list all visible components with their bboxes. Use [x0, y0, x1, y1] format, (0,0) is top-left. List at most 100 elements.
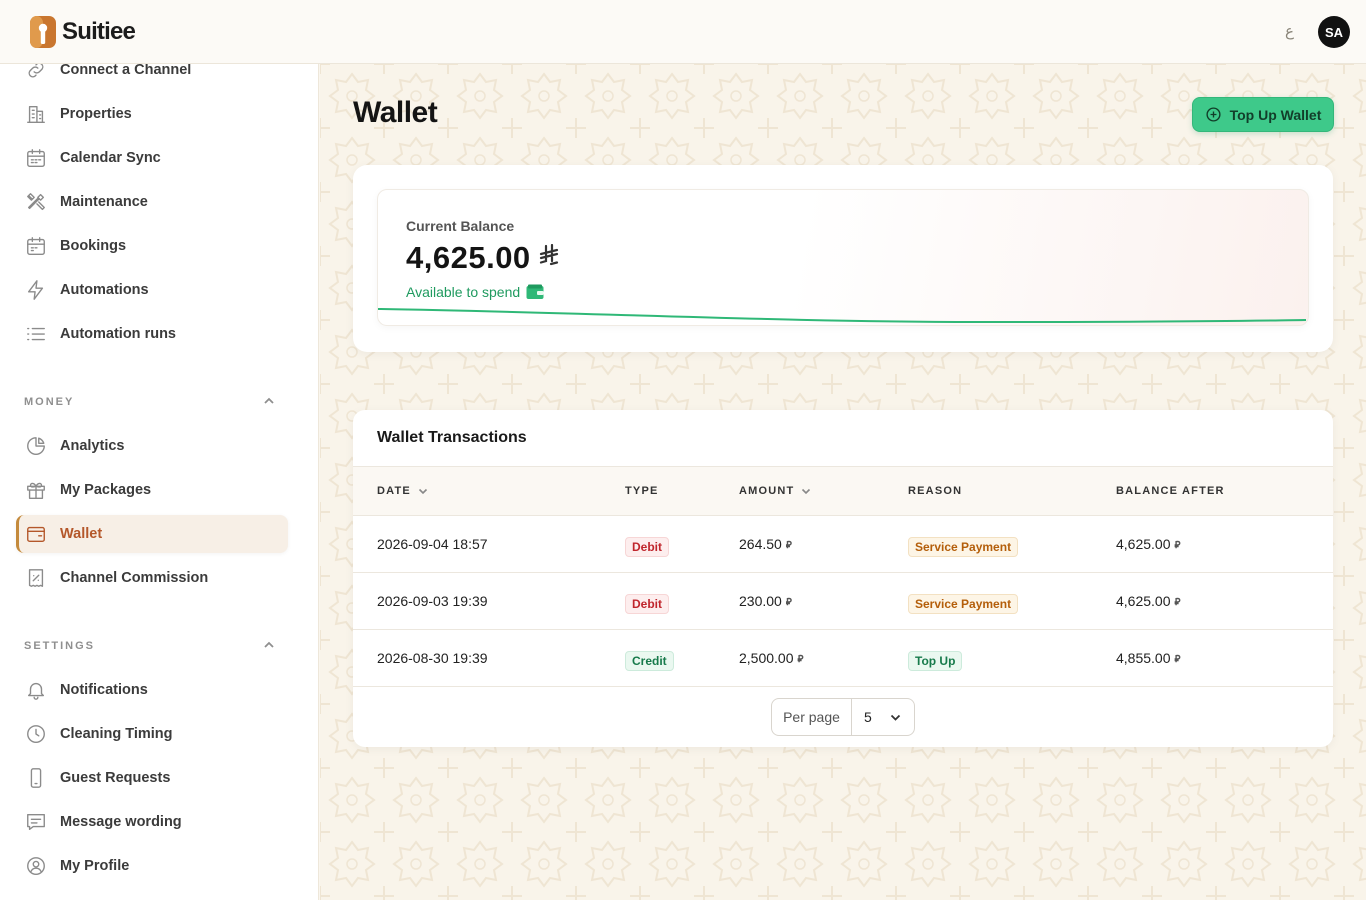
sidebar-item-automations[interactable]: Automations [16, 271, 288, 309]
calendar-icon [24, 234, 48, 258]
sidebar-item-label: Connect a Channel [60, 64, 192, 78]
column-balance-after-label: BALANCE AFTER [1116, 485, 1225, 497]
sidebar-item-label: Maintenance [60, 194, 148, 210]
riyal-currency-icon: ⃁ [1174, 539, 1181, 551]
row-balance-value: 4,625.00 [1116, 593, 1171, 609]
sidebar-item-calendar-sync[interactable]: Calendar Sync [16, 139, 288, 177]
chevron-down-icon [802, 488, 811, 495]
pie-chart-icon [24, 434, 48, 458]
table-header: DATE TYPE AMOUNT REASON BALANCE AFTER [353, 466, 1333, 516]
balance-trend-line [378, 308, 1307, 324]
row-balance-value: 4,625.00 [1116, 536, 1171, 552]
sidebar-item-analytics[interactable]: Analytics [16, 427, 288, 465]
column-balance-after: BALANCE AFTER [1116, 485, 1225, 497]
sidebar-item-my-packages[interactable]: My Packages [16, 471, 288, 509]
sidebar-item-my-profile[interactable]: My Profile [16, 847, 288, 885]
table-row[interactable]: 2026-09-03 19:39 Debit 230.00 ⃁ Service P… [353, 573, 1333, 630]
sidebar-item-properties[interactable]: Properties [16, 95, 288, 133]
section-title-money: MONEY [24, 396, 75, 408]
column-reason: REASON [908, 485, 962, 497]
wallet-icon [526, 284, 544, 299]
available-to-spend-label: Available to spend [406, 284, 521, 300]
column-type: TYPE [625, 485, 659, 497]
top-up-wallet-label: Top Up Wallet [1229, 106, 1322, 123]
row-amount-value: 264.50 [739, 536, 782, 552]
row-amount: 2,500.00 ⃁ [739, 650, 803, 666]
riyal-currency-icon [539, 243, 559, 272]
chevron-up-icon[interactable] [262, 638, 276, 652]
column-amount-label: AMOUNT [739, 485, 795, 497]
bell-icon [24, 678, 48, 702]
sidebar-item-cleaning-timing[interactable]: Cleaning Timing [16, 715, 288, 753]
sidebar-item-label: Guest Requests [60, 770, 171, 786]
type-badge: Debit [625, 594, 669, 614]
reason-badge: Service Payment [908, 594, 1019, 614]
keyhole-logo-icon [30, 16, 56, 48]
type-badge: Debit [625, 537, 669, 557]
column-amount[interactable]: AMOUNT [739, 485, 812, 497]
gift-icon [24, 478, 48, 502]
row-amount: 230.00 ⃁ [739, 593, 792, 609]
table-row[interactable]: 2026-09-04 18:57 Debit 264.50 ⃁ Service P… [353, 516, 1333, 573]
per-page-value: 5 [864, 709, 872, 725]
sidebar-item-label: Analytics [60, 438, 125, 454]
per-page-control: Per page 5 [771, 698, 915, 736]
building-icon [24, 102, 48, 126]
type-badge: Credit [625, 651, 674, 671]
column-date[interactable]: DATE [377, 485, 429, 497]
row-date: 2026-08-30 19:39 [377, 650, 488, 666]
balance-card: Current Balance 4,625.00 Available to sp… [377, 189, 1309, 326]
riyal-currency-icon: ⃁ [797, 653, 804, 665]
balance-section: Current Balance 4,625.00 Available to sp… [353, 165, 1333, 352]
list-icon [24, 322, 48, 346]
row-balance-after: 4,625.00 ⃁ [1116, 536, 1180, 552]
table-row[interactable]: 2026-08-30 19:39 Credit 2,500.00 ⃁ Top Up… [353, 630, 1333, 687]
message-icon [24, 810, 48, 834]
wallet-icon [24, 522, 48, 546]
balance-label: Current Balance [406, 218, 515, 234]
sidebar-item-wallet[interactable]: Wallet [16, 515, 288, 553]
sidebar-item-label: Wallet [60, 526, 103, 542]
sidebar-item-label: Notifications [60, 682, 148, 698]
transactions-title: Wallet Transactions [377, 429, 527, 446]
user-circle-icon [24, 854, 48, 878]
reason-badge: Service Payment [908, 537, 1019, 557]
sidebar-item-message-wording[interactable]: Message wording [16, 803, 288, 841]
sidebar-item-label: Automations [60, 282, 149, 298]
sidebar-item-automation-runs[interactable]: Automation runs [16, 315, 288, 353]
sidebar-item-label: Message wording [60, 814, 182, 830]
plus-circle-icon [1206, 107, 1221, 122]
per-page-label: Per page [772, 699, 852, 735]
sidebar-item-guest-requests[interactable]: Guest Requests [16, 759, 288, 797]
phone-icon [24, 766, 48, 790]
sidebar-item-label: My Packages [60, 482, 152, 498]
riyal-currency-icon: ⃁ [785, 539, 792, 551]
sidebar-item-channel-commission[interactable]: Channel Commission [16, 559, 288, 597]
chevron-down-icon [890, 714, 901, 721]
row-balance-after: 4,625.00 ⃁ [1116, 593, 1180, 609]
row-date: 2026-09-03 19:39 [377, 593, 488, 609]
sidebar-item-connect-channel[interactable]: Connect a Channel [16, 64, 288, 89]
page-title: Wallet [353, 96, 438, 129]
sidebar-item-bookings[interactable]: Bookings [16, 227, 288, 265]
column-reason-label: REASON [908, 485, 963, 497]
row-amount-value: 230.00 [739, 593, 782, 609]
riyal-currency-icon: ⃁ [1174, 653, 1181, 665]
brand-logo[interactable]: Suitiee [30, 16, 136, 48]
sidebar-item-label: Bookings [60, 238, 127, 254]
riyal-currency-icon: ⃁ [1174, 596, 1181, 608]
per-page-select[interactable]: 5 [852, 709, 914, 725]
user-avatar[interactable]: SA [1318, 16, 1350, 48]
tools-icon [24, 190, 48, 214]
row-amount: 264.50 ⃁ [739, 536, 792, 552]
sidebar-item-label: My Profile [60, 858, 130, 874]
sidebar: Connect a Channel Properties Calendar Sy… [0, 64, 319, 900]
row-balance-after: 4,855.00 ⃁ [1116, 650, 1180, 666]
riyal-currency-icon: ⃁ [785, 596, 792, 608]
chevron-up-icon[interactable] [262, 394, 276, 408]
sidebar-item-maintenance[interactable]: Maintenance [16, 183, 288, 221]
language-toggle[interactable]: ع [1285, 22, 1294, 40]
top-up-wallet-button[interactable]: Top Up Wallet [1192, 97, 1334, 132]
reason-badge: Top Up [908, 651, 963, 671]
sidebar-item-notifications[interactable]: Notifications [16, 671, 288, 709]
